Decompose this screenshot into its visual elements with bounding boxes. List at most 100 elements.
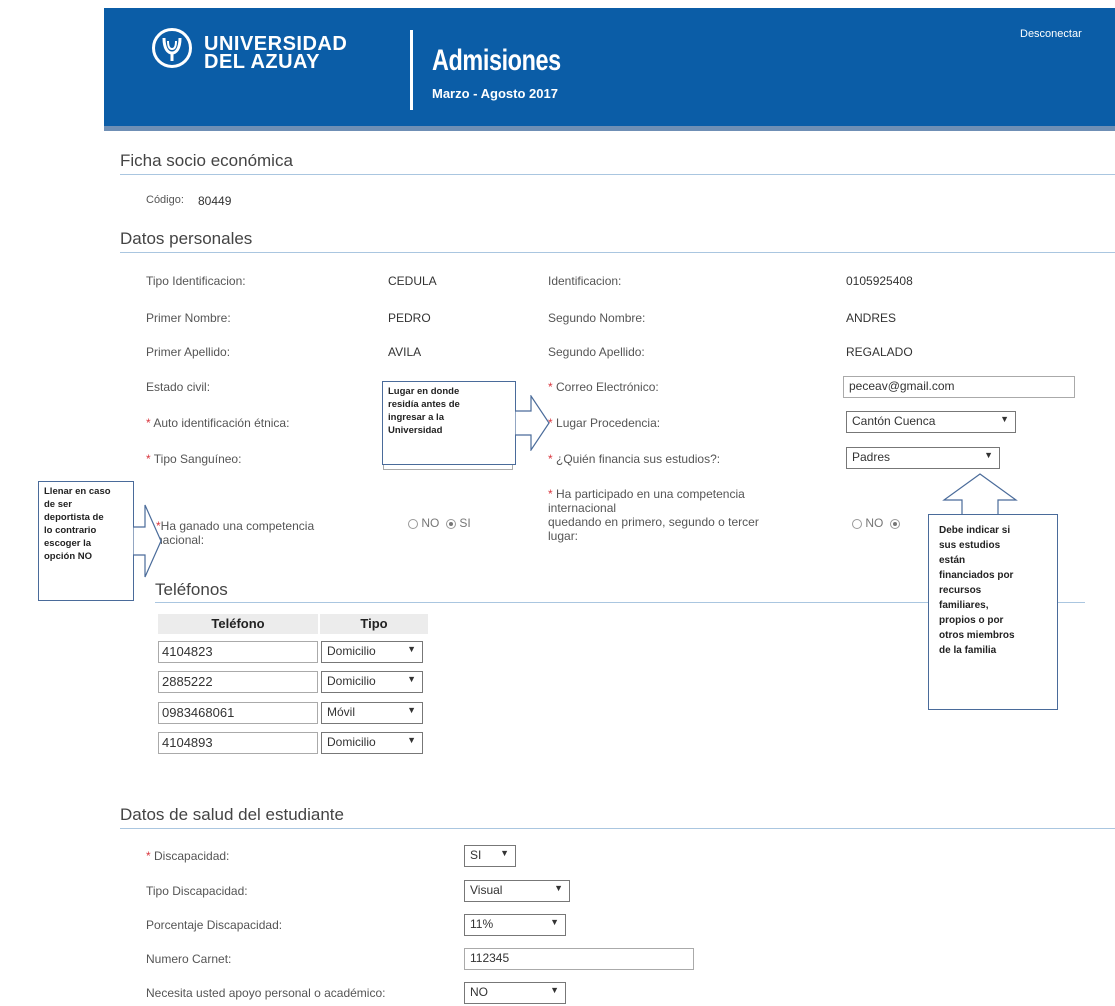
porcentaje-select[interactable]: 11% ▼ bbox=[464, 914, 566, 936]
phone-type-select[interactable]: Domicilio ▼ bbox=[321, 641, 423, 663]
financia-label: * ¿Quién financia sus estudios?: bbox=[548, 452, 720, 466]
comp-internacional-radio-si[interactable] bbox=[890, 518, 901, 529]
tipo-id-label: Tipo Identificacion: bbox=[146, 274, 246, 288]
callout-deportista: Llenar en caso de ser deportista de lo c… bbox=[38, 481, 134, 601]
procedencia-select[interactable]: Cantón Cuenca ▼ bbox=[846, 411, 1016, 433]
callout-financia-line: propios o por bbox=[939, 615, 1004, 626]
required-mark: * bbox=[548, 452, 553, 466]
phone-number-field[interactable]: 4104893 bbox=[158, 732, 318, 754]
apoyo-select[interactable]: NO ▼ bbox=[464, 982, 566, 1004]
phone-number-field[interactable]: 0983468061 bbox=[158, 702, 318, 724]
id-label: Identificacion: bbox=[548, 274, 622, 288]
chevron-down-icon: ▼ bbox=[500, 848, 509, 858]
apoyo-label: Necesita usted apoyo personal o académic… bbox=[146, 986, 386, 1000]
comp-internacional-label-line4: lugar: bbox=[548, 529, 579, 543]
callout-financia-line: están bbox=[939, 555, 966, 566]
comp-nacional-label-line1: Ha ganado una competencia bbox=[160, 519, 315, 533]
app-period: Marzo - Agosto 2017 bbox=[432, 86, 558, 101]
comp-nacional-radio-si[interactable] bbox=[446, 518, 457, 529]
comp-nacional-radio-no[interactable] bbox=[408, 518, 418, 529]
correo-label-text: Correo Electrónico: bbox=[556, 380, 659, 394]
financia-select[interactable]: Padres ▼ bbox=[846, 447, 1000, 469]
phone-type-select[interactable]: Domicilio ▼ bbox=[321, 671, 423, 693]
procedencia-select-value: Cantón Cuenca bbox=[852, 414, 936, 428]
apoyo-select-value: NO bbox=[470, 985, 488, 999]
callout-financia-line: financiados por bbox=[939, 570, 1014, 581]
porcentaje-label: Porcentaje Discapacidad: bbox=[146, 918, 283, 932]
callout-right-arrow-icon bbox=[133, 504, 162, 578]
phone-number-field[interactable]: 4104823 bbox=[158, 641, 318, 663]
section-personal-title: Datos personales bbox=[120, 229, 1115, 253]
required-mark: * bbox=[548, 380, 553, 394]
discapacidad-label-text: Discapacidad: bbox=[154, 849, 230, 863]
phone-type-value: Domicilio bbox=[327, 674, 376, 688]
phone-type-select[interactable]: Domicilio ▼ bbox=[321, 732, 423, 754]
page-title-text: Ficha socio económica bbox=[120, 151, 293, 170]
primer-apellido-label: Primer Apellido: bbox=[146, 345, 231, 359]
phones-col-number: Teléfono bbox=[158, 614, 318, 634]
code-label: Código: bbox=[146, 194, 184, 206]
chevron-down-icon: ▼ bbox=[407, 644, 416, 654]
procedencia-label: * Lugar Procedencia: bbox=[548, 416, 660, 430]
section-health-title-text: Datos de salud del estudiante bbox=[120, 805, 344, 824]
callout-lugar-line: ingresar a la bbox=[388, 412, 444, 423]
callout-right-arrow-icon bbox=[515, 395, 550, 451]
callout-lugar: Lugar en donde residía antes de ingresar… bbox=[382, 381, 516, 465]
chevron-down-icon: ▼ bbox=[407, 735, 416, 745]
tipo-discapacidad-label: Tipo Discapacidad: bbox=[146, 884, 248, 898]
callout-deportista-line: lo contrario bbox=[44, 525, 97, 536]
callout-financia-line: sus estudios bbox=[939, 540, 1001, 551]
callout-deportista-line: deportista de bbox=[44, 512, 104, 523]
comp-internacional-radio-group: NO bbox=[852, 516, 901, 530]
chevron-down-icon: ▼ bbox=[407, 705, 416, 715]
comp-nacional-label-line2: nacional: bbox=[156, 533, 205, 547]
email-field[interactable]: peceav@gmail.com bbox=[843, 376, 1075, 398]
callout-lugar-line: Lugar en donde bbox=[388, 386, 460, 397]
tipo-discapacidad-select[interactable]: Visual ▼ bbox=[464, 880, 570, 902]
comp-nacional-label: *Ha ganado una competencia nacional: bbox=[156, 519, 314, 547]
phone-type-value: Domicilio bbox=[327, 644, 376, 658]
comp-internacional-radio-no[interactable] bbox=[852, 518, 862, 529]
phone-number-field[interactable]: 2885222 bbox=[158, 671, 318, 693]
chevron-down-icon: ▼ bbox=[1000, 414, 1009, 424]
phone-type-select[interactable]: Móvil ▼ bbox=[321, 702, 423, 724]
tipo-id-value: CEDULA bbox=[388, 274, 437, 288]
financia-select-value: Padres bbox=[852, 450, 891, 464]
callout-deportista-line: de ser bbox=[44, 499, 72, 510]
segundo-apellido-value: REGALADO bbox=[846, 345, 913, 359]
comp-internacional-label-line2: internacional bbox=[548, 501, 617, 515]
required-mark: * bbox=[146, 416, 151, 430]
id-value: 0105925408 bbox=[846, 274, 913, 288]
required-mark: * bbox=[146, 452, 151, 466]
tipo-discapacidad-select-value: Visual bbox=[470, 883, 503, 897]
required-mark: * bbox=[146, 849, 151, 863]
chevron-down-icon: ▼ bbox=[554, 883, 563, 893]
app-title: Admisiones bbox=[432, 44, 561, 77]
comp-nacional-radio-no-label: NO bbox=[421, 516, 440, 530]
primer-apellido-value: AVILA bbox=[388, 345, 422, 359]
phones-col-type: Tipo bbox=[320, 614, 428, 634]
primer-nombre-label: Primer Nombre: bbox=[146, 311, 231, 325]
callout-financia: Debe indicar si sus estudios están finan… bbox=[928, 514, 1058, 710]
callout-financia-line: de la familia bbox=[939, 645, 997, 656]
segundo-nombre-value: ANDRES bbox=[846, 311, 897, 325]
header-banner: UNIVERSIDAD DEL AZUAY Admisiones Marzo -… bbox=[104, 8, 1115, 131]
chevron-down-icon: ▼ bbox=[550, 985, 559, 995]
code-value: 80449 bbox=[198, 194, 232, 208]
etnia-label: * Auto identificación étnica: bbox=[146, 416, 289, 430]
sangre-label-text: Tipo Sanguíneo: bbox=[153, 452, 242, 466]
email-field-value: peceav@gmail.com bbox=[849, 379, 955, 393]
discapacidad-label: * Discapacidad: bbox=[146, 849, 229, 863]
comp-internacional-radio-no-label: NO bbox=[865, 516, 884, 530]
etnia-label-text: Auto identificación étnica: bbox=[153, 416, 290, 430]
logout-link[interactable]: Desconectar bbox=[1020, 28, 1082, 40]
discapacidad-select[interactable]: SI ▼ bbox=[464, 845, 516, 867]
required-mark: * bbox=[548, 487, 553, 501]
carnet-field[interactable]: 112345 bbox=[464, 948, 694, 970]
university-name-line2: DEL AZUAY bbox=[204, 51, 321, 73]
chevron-down-icon: ▼ bbox=[550, 917, 559, 927]
segundo-nombre-label: Segundo Nombre: bbox=[548, 311, 646, 325]
comp-internacional-label-line1: Ha participado en una competencia bbox=[556, 487, 745, 501]
sangre-label: * Tipo Sanguíneo: bbox=[146, 452, 241, 466]
callout-lugar-line: Universidad bbox=[388, 425, 443, 436]
